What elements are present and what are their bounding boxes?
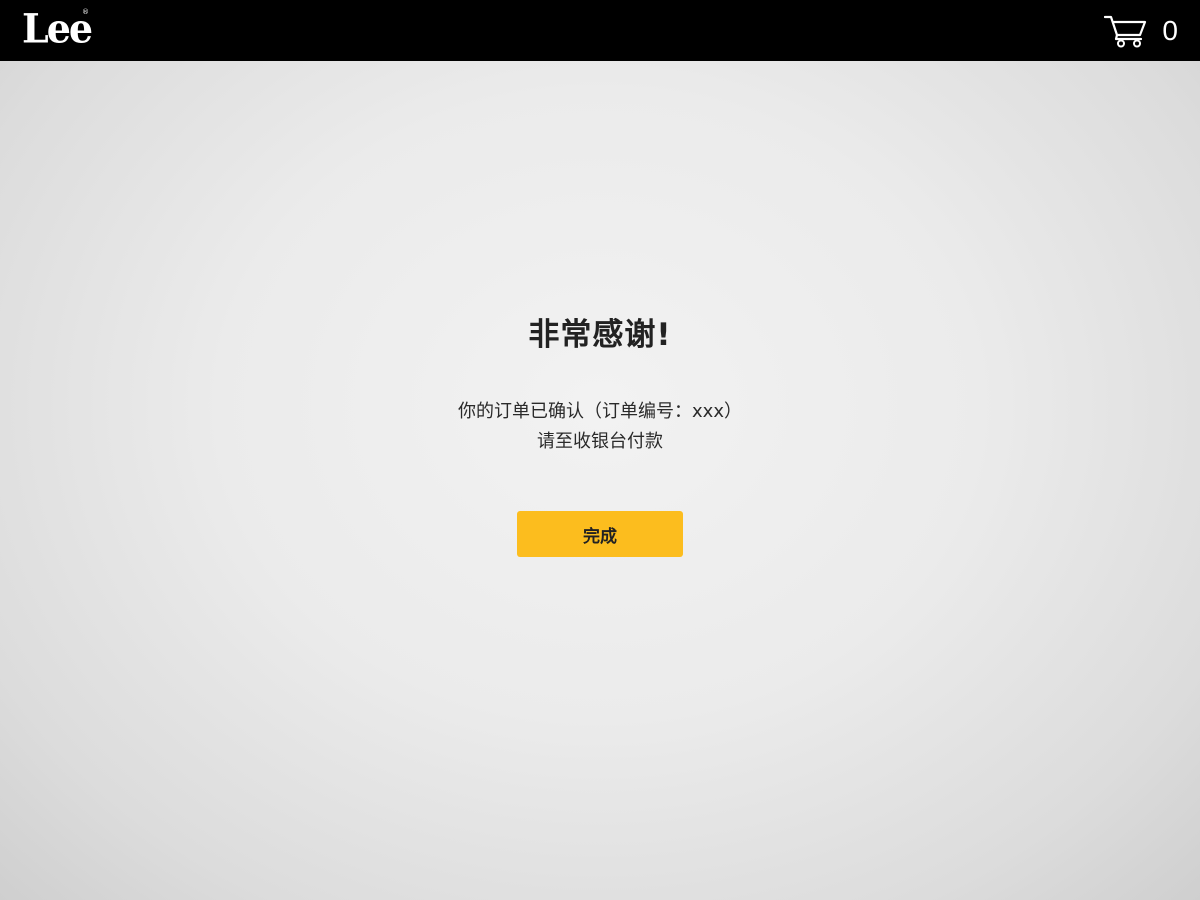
cart-count: 0 xyxy=(1162,15,1178,46)
shopping-cart-icon xyxy=(1104,15,1147,48)
order-confirmed-message: 你的订单已确认（订单编号：xxx） xyxy=(458,401,742,422)
top-bar: Lee ® 0 xyxy=(0,0,1200,61)
registered-mark: ® xyxy=(82,8,89,16)
lee-logo[interactable]: Lee ® xyxy=(22,4,93,53)
logo-text: Lee xyxy=(22,4,93,53)
cart-button[interactable]: 0 xyxy=(1104,13,1178,49)
done-button[interactable]: 完成 xyxy=(517,511,683,557)
page-title: 非常感谢! xyxy=(528,317,672,353)
payment-instruction: 请至收银台付款 xyxy=(537,431,663,452)
